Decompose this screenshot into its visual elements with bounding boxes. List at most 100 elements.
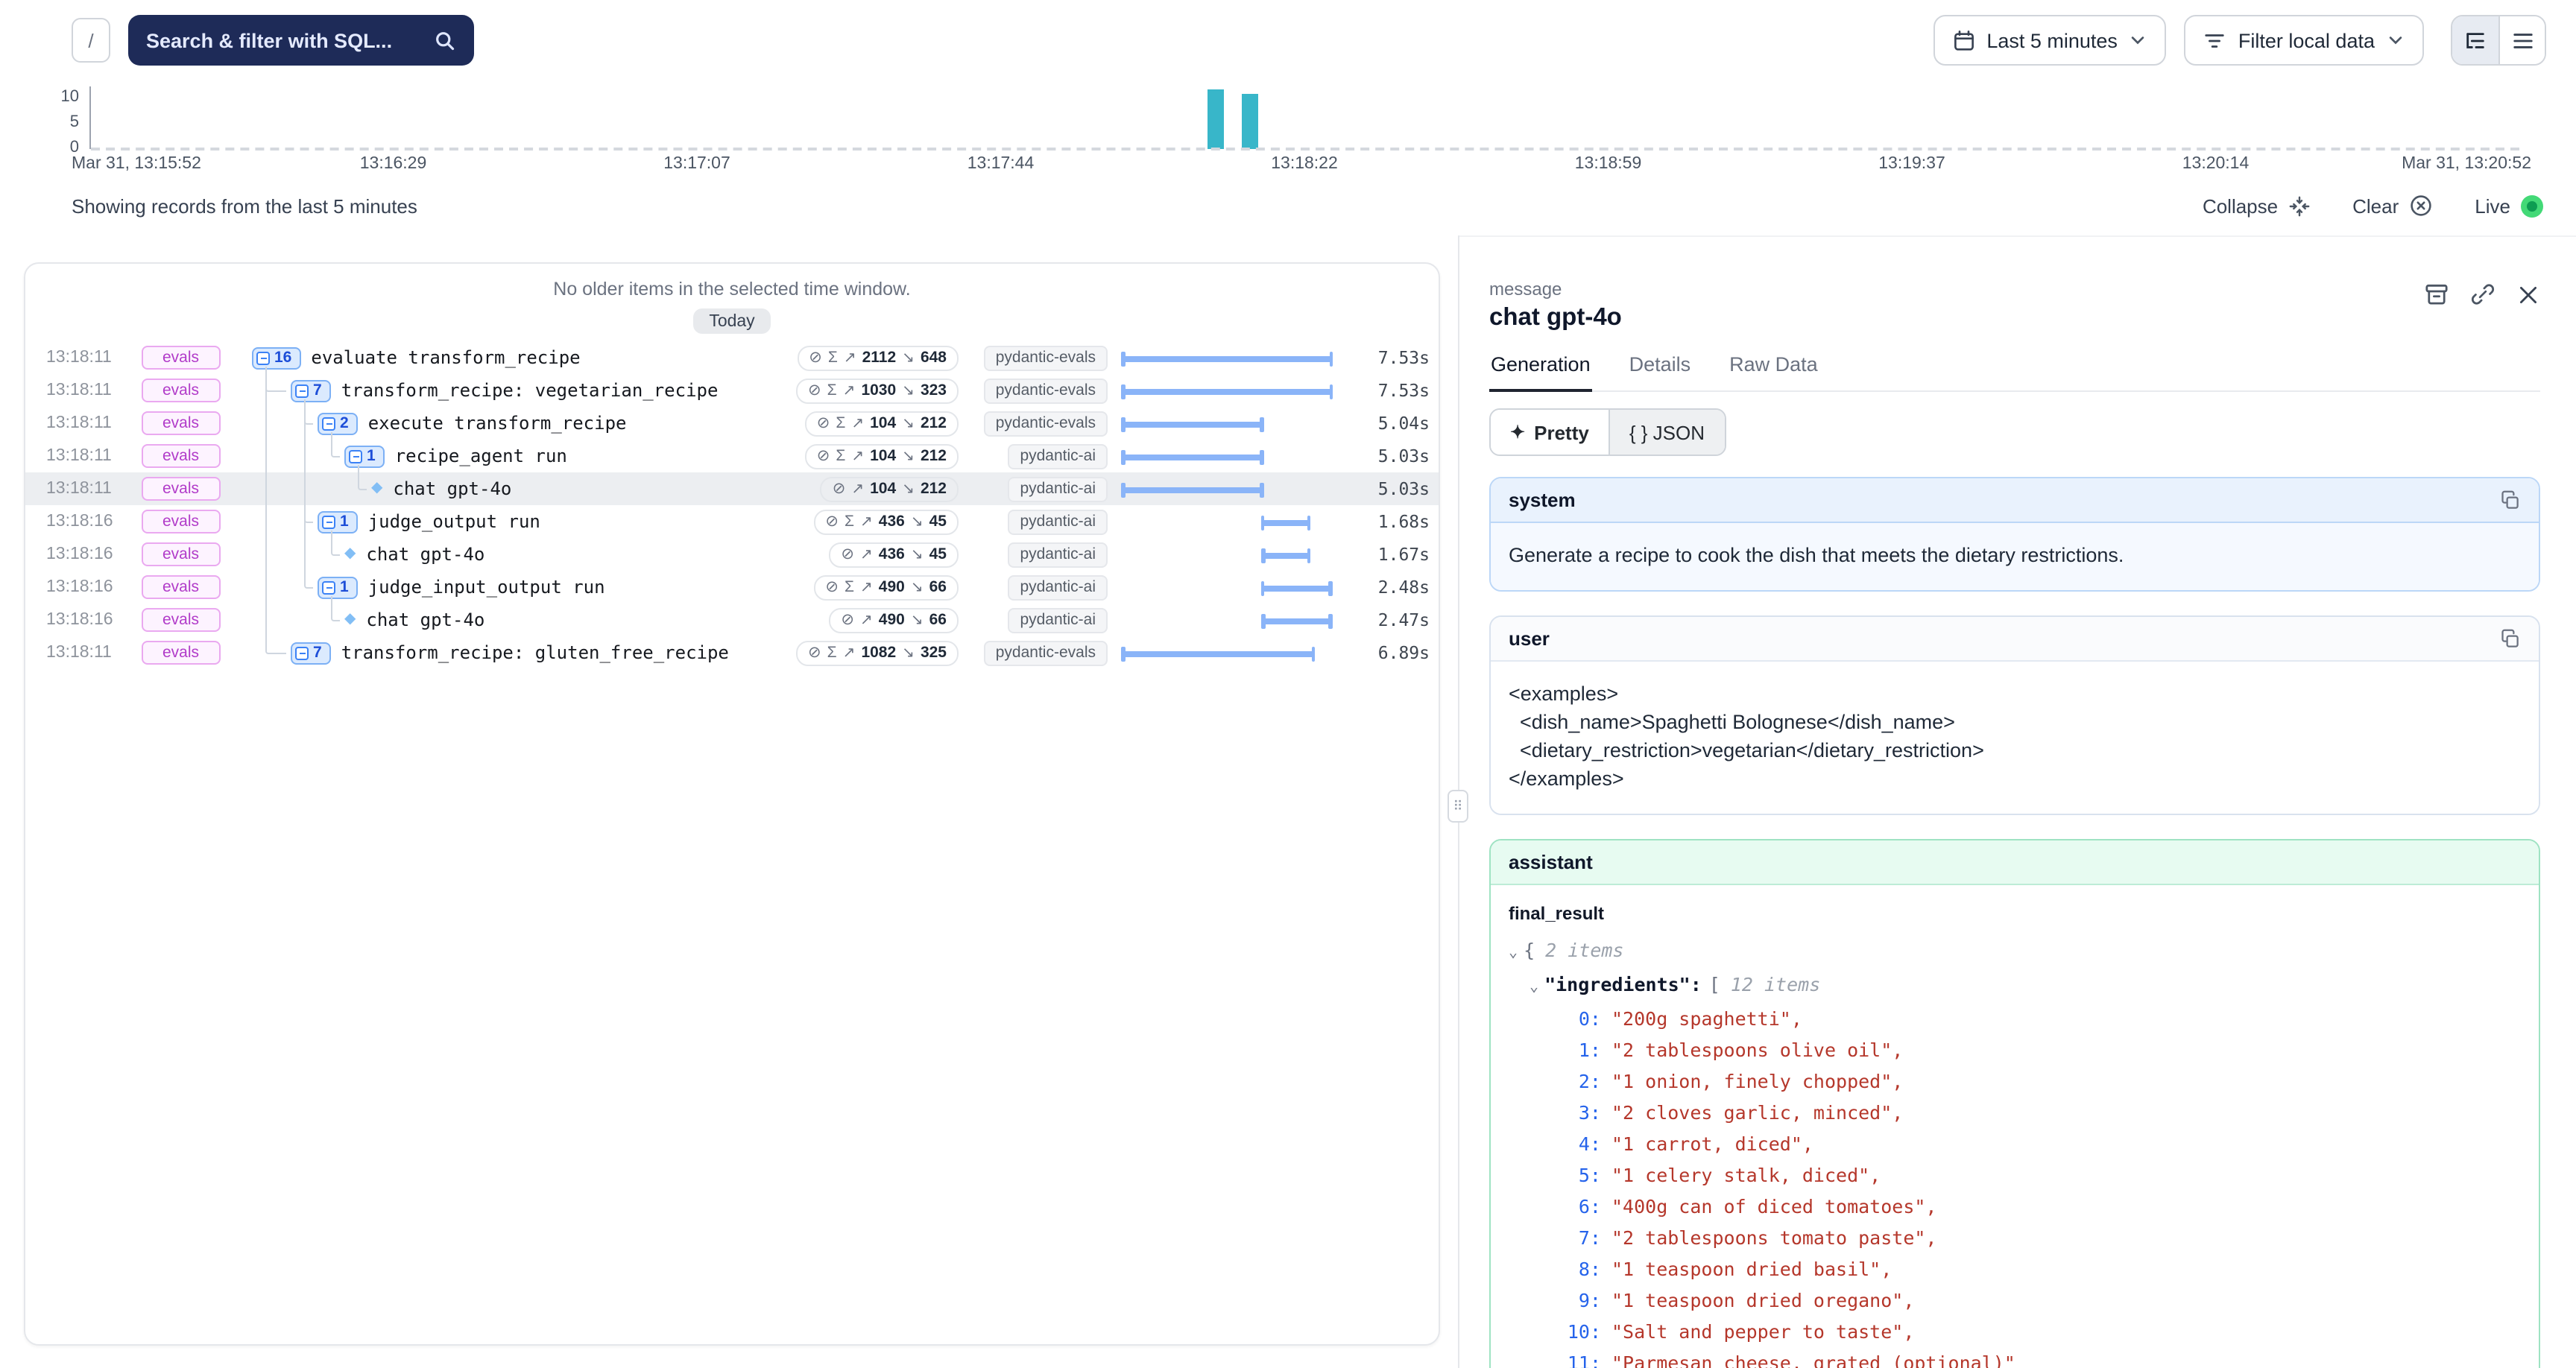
time-range-dropdown[interactable]: Last 5 minutes: [1933, 15, 2167, 66]
minus-icon: [295, 384, 309, 397]
histogram-bar[interactable]: [1208, 89, 1225, 149]
topbar: / Search & filter with SQL... Last 5 min…: [0, 0, 2576, 80]
json-brace: {: [1524, 939, 1535, 961]
clear-button[interactable]: Clear: [2352, 194, 2433, 218]
duration-track: [1123, 604, 1331, 636]
tokens-out-icon: ↘: [902, 382, 915, 399]
span-metrics-pill: ⊘ Σ ↗436 ↘45: [813, 509, 959, 534]
table-row[interactable]: 13:18:16 evals 1 judge_input_output run …: [25, 571, 1439, 604]
pretty-toggle[interactable]: ✦ Pretty: [1491, 410, 1610, 455]
attributes-icon: ⊘: [817, 447, 830, 465]
evals-tag[interactable]: evals: [142, 477, 220, 501]
trace-rows: 13:18:11 evals 16 evaluate transform_rec…: [25, 341, 1439, 669]
x-start-label: Mar 31, 13:15:52: [72, 155, 201, 173]
tokens-in: 490: [879, 611, 905, 629]
tokens-in-icon: ↗: [860, 579, 873, 595]
search-button[interactable]: Search & filter with SQL...: [128, 15, 474, 66]
json-label: { } JSON: [1629, 421, 1705, 443]
evals-tag[interactable]: evals: [142, 641, 220, 665]
package-tag: pydantic-ai: [1008, 476, 1108, 501]
table-row[interactable]: 13:18:16 evals ◆ chat gpt-4o ⊘ ↗490 ↘66 …: [25, 604, 1439, 636]
copy-link-icon[interactable]: [2470, 282, 2496, 307]
span-metrics-pill: ⊘ Σ ↗490 ↘66: [813, 574, 959, 600]
collapse-count-toggle[interactable]: 2: [318, 412, 358, 434]
tokens-out-icon: ↘: [902, 645, 915, 661]
span-kind-label: message: [1489, 279, 1622, 300]
row-timestamp: 13:18:16: [46, 611, 133, 629]
json-toggle[interactable]: { } JSON: [1610, 410, 1724, 455]
tokens-out-icon: ↘: [911, 513, 924, 530]
tree-view-toggle[interactable]: [2452, 16, 2498, 64]
duration-bar: [1123, 650, 1313, 656]
collapse-count-toggle[interactable]: 7: [291, 379, 331, 402]
package-tag: pydantic-evals: [984, 411, 1108, 436]
tokens-in-icon: ↗: [851, 448, 864, 464]
tokens-in: 490: [879, 578, 905, 596]
x-tick: 13:20:14: [2182, 155, 2250, 173]
duration-track: [1123, 407, 1331, 440]
duration-bar: [1123, 388, 1331, 394]
table-row-selected[interactable]: 13:18:11 evals ◆ chat gpt-4o ⊘ ↗104 ↘212…: [25, 472, 1439, 505]
evals-tag[interactable]: evals: [142, 379, 220, 402]
duration-label: 7.53s: [1343, 347, 1430, 368]
table-row[interactable]: 13:18:11 evals 1 recipe_agent run ⊘ Σ ↗1…: [25, 440, 1439, 472]
evals-tag[interactable]: evals: [142, 444, 220, 468]
tokens-out: 323: [921, 381, 947, 399]
span-metrics-pill: ⊘ Σ ↗1030 ↘323: [796, 378, 959, 403]
list-view-toggle[interactable]: [2498, 16, 2545, 64]
table-row[interactable]: 13:18:11 evals 7 transform_recipe: veget…: [25, 374, 1439, 407]
span-name: transform_recipe: vegetarian_recipe: [341, 380, 719, 401]
collapse-count-toggle[interactable]: 1: [318, 576, 358, 598]
evals-tag[interactable]: evals: [142, 346, 220, 370]
tokens-out-icon: ↘: [911, 579, 924, 595]
collapse-count-toggle[interactable]: 16: [252, 346, 300, 369]
json-array-item: 11:"Parmesan cheese, grated (optional)": [1509, 1347, 2521, 1368]
duration-track: [1123, 440, 1331, 472]
evals-tag[interactable]: evals: [142, 608, 220, 632]
span-metrics-pill: ⊘ ↗436 ↘45: [829, 542, 959, 567]
table-row[interactable]: 13:18:16 evals 1 judge_output run ⊘ Σ ↗4…: [25, 505, 1439, 538]
tokens-in-icon: ↗: [843, 645, 856, 661]
caret-down-icon[interactable]: ⌄: [1509, 945, 1518, 961]
collapse-count-toggle[interactable]: 1: [344, 445, 385, 467]
tab-details[interactable]: Details: [1628, 353, 1693, 390]
tokens-out: 325: [921, 644, 947, 662]
grip-icon: ⠿: [1453, 798, 1462, 814]
evals-tag[interactable]: evals: [142, 542, 220, 566]
tokens-in: 104: [870, 480, 896, 498]
filter-local-data-dropdown[interactable]: Filter local data: [2185, 15, 2424, 66]
histogram-bar[interactable]: [1242, 94, 1258, 149]
y-tick: 10: [61, 89, 80, 104]
table-row[interactable]: 13:18:11 evals 7 transform_recipe: glute…: [25, 636, 1439, 669]
copy-icon[interactable]: [2500, 628, 2521, 649]
clear-circle-x-icon: [2409, 194, 2433, 218]
evals-tag[interactable]: evals: [142, 510, 220, 533]
evals-tag[interactable]: evals: [142, 411, 220, 435]
tab-raw-data[interactable]: Raw Data: [1728, 353, 1819, 390]
tab-generation[interactable]: Generation: [1489, 353, 1592, 392]
close-icon[interactable]: [2516, 282, 2540, 306]
live-toggle[interactable]: Live: [2475, 194, 2543, 217]
table-row[interactable]: 13:18:11 evals 2 execute transform_recip…: [25, 407, 1439, 440]
archive-icon[interactable]: [2424, 282, 2449, 307]
detail-tabs: Generation Details Raw Data: [1489, 353, 2540, 392]
copy-icon[interactable]: [2500, 490, 2521, 510]
package-tag: pydantic-ai: [1008, 542, 1108, 567]
collapse-count-toggle[interactable]: 7: [291, 642, 331, 664]
tokens-out: 45: [929, 545, 947, 563]
tokens-in-icon: ↗: [851, 481, 864, 497]
panel-resize-handle[interactable]: ⠿: [1448, 790, 1468, 823]
caret-down-icon[interactable]: ⌄: [1530, 979, 1538, 995]
collapse-button[interactable]: Collapse: [2203, 194, 2311, 217]
role-label: user: [1509, 627, 1550, 650]
span-name: transform_recipe: gluten_free_recipe: [341, 642, 729, 663]
table-row[interactable]: 13:18:11 evals 16 evaluate transform_rec…: [25, 341, 1439, 374]
span-metrics-pill: ⊘ ↗490 ↘66: [829, 607, 959, 633]
json-array-item: 10:"Salt and pepper to taste",: [1509, 1316, 2521, 1347]
table-row[interactable]: 13:18:16 evals ◆ chat gpt-4o ⊘ ↗436 ↘45 …: [25, 538, 1439, 571]
span-name: execute transform_recipe: [368, 413, 627, 434]
evals-tag[interactable]: evals: [142, 575, 220, 599]
package-tag: pydantic-evals: [984, 345, 1108, 370]
child-count: 2: [340, 414, 349, 432]
collapse-count-toggle[interactable]: 1: [318, 510, 358, 533]
